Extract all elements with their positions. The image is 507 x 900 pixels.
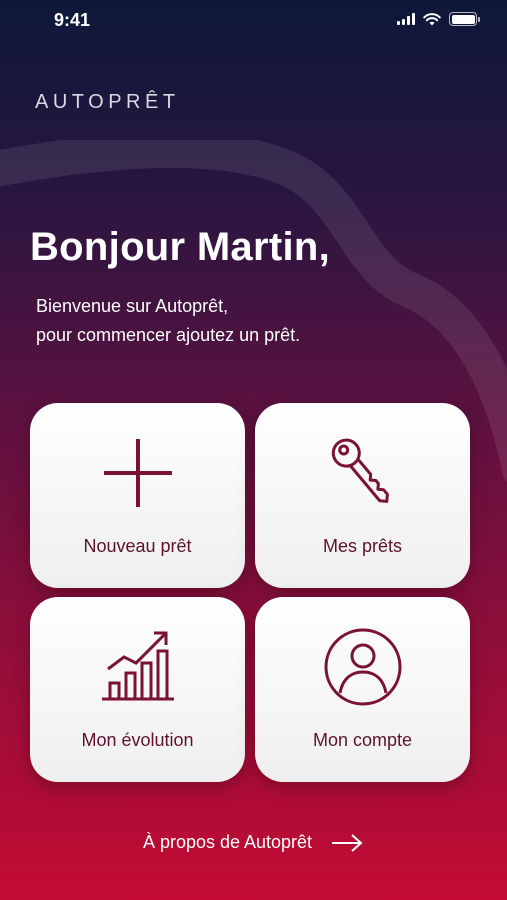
- user-icon: [324, 628, 401, 706]
- my-evolution-card[interactable]: Mon évolution: [30, 597, 245, 782]
- welcome-subtitle: Bienvenue sur Autoprêt, pour commencer a…: [36, 292, 300, 350]
- growth-chart-icon: [101, 631, 174, 701]
- my-loans-label: Mes prêts: [322, 536, 403, 556]
- greeting-title: Bonjour Martin,: [30, 225, 331, 269]
- about-link-label: À propos de Autoprêt: [142, 832, 313, 852]
- subtitle-line-1: Bienvenue sur Autoprêt,: [36, 296, 229, 316]
- arrow-right-icon: [332, 833, 363, 852]
- status-bar: 9:41: [0, 0, 507, 44]
- status-icons: [397, 12, 480, 26]
- brand-logo: AUTOPRÊT: [35, 91, 180, 113]
- my-loans-card[interactable]: Mes prêts: [255, 403, 470, 588]
- wifi-icon: [423, 12, 441, 25]
- my-account-label: Mon compte: [312, 730, 413, 750]
- key-icon: [331, 438, 389, 503]
- about-link[interactable]: À propos de Autoprêt: [0, 832, 507, 853]
- signal-icon: [397, 13, 415, 25]
- plus-icon: [103, 439, 172, 507]
- new-loan-label: Nouveau prêt: [83, 536, 192, 556]
- status-time: 9:41: [54, 10, 91, 30]
- battery-icon: [449, 12, 480, 26]
- my-account-card[interactable]: Mon compte: [255, 597, 470, 782]
- subtitle-line-2: pour commencer ajoutez un prêt.: [36, 325, 301, 345]
- new-loan-card[interactable]: Nouveau prêt: [30, 403, 245, 588]
- my-evolution-label: Mon évolution: [81, 730, 194, 750]
